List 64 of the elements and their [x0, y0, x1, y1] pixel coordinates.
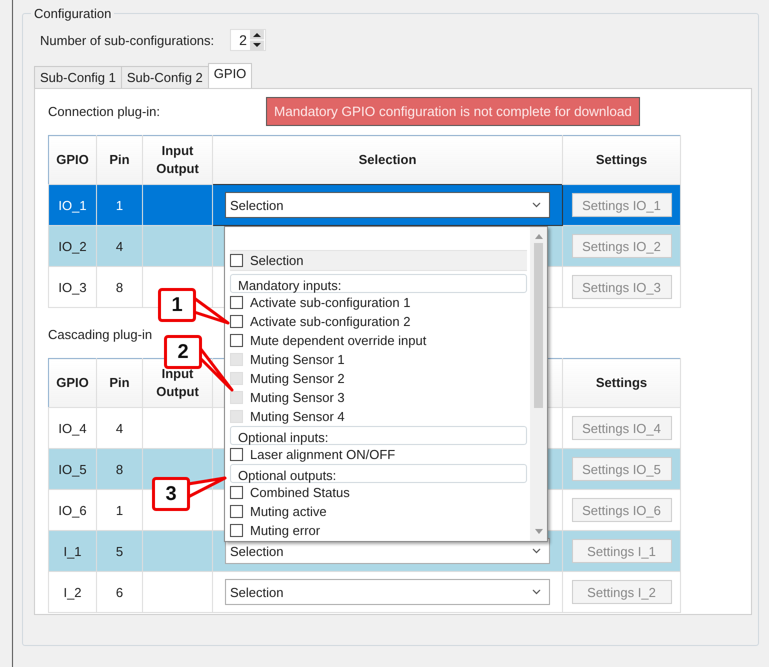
checkbox[interactable] — [230, 254, 243, 267]
tab[interactable]: Sub-Config 1 — [34, 66, 122, 88]
sub-configurations-label: Number of sub-configurations: — [40, 32, 214, 48]
spin-arrows-icon[interactable] — [250, 30, 264, 50]
option-label: Muting active — [250, 504, 327, 519]
group-label: Optional inputs: — [230, 426, 527, 445]
selection-combobox[interactable]: Selection — [225, 192, 550, 218]
table-cell: IO_3 — [48, 266, 96, 308]
table-cell: 5 — [96, 530, 142, 572]
column-header: Selection — [212, 136, 562, 184]
option-label: Muting Sensor 2 — [250, 371, 345, 386]
tab[interactable]: GPIO — [208, 63, 252, 88]
table-cell: 8 — [96, 266, 142, 308]
option-label: Muting Sensor 3 — [250, 390, 345, 405]
sub-configurations-spinner[interactable]: 2 — [230, 29, 266, 51]
section-label: Connection plug-in: — [48, 104, 162, 118]
option-label: Combined Status — [250, 485, 350, 500]
column-header: Settings — [562, 358, 680, 408]
option-label: Activate sub-configuration 1 — [250, 295, 410, 310]
checkbox[interactable] — [230, 334, 243, 347]
option-label: Mute dependent override input — [250, 333, 426, 348]
column-header: GPIO — [48, 136, 96, 184]
dropdown-header[interactable]: Selection — [230, 250, 527, 271]
table-cell: 6 — [96, 572, 142, 612]
chevron-down-icon — [532, 589, 541, 595]
checkbox[interactable] — [230, 524, 243, 537]
checkbox[interactable] — [230, 448, 243, 461]
warning-banner: Mandatory GPIO configuration is not complete for download — [266, 96, 640, 126]
scrollbar[interactable] — [530, 227, 547, 541]
checkbox[interactable] — [230, 315, 243, 328]
checkbox[interactable] — [230, 296, 243, 309]
option-label: Muting Sensor 1 — [250, 352, 345, 367]
column-header: Input Output — [142, 136, 212, 184]
option-label: Activate sub-configuration 2 — [250, 314, 410, 329]
option-label: Selection — [250, 253, 304, 268]
column-header: Pin — [96, 136, 142, 184]
section-label: Cascading plug-in — [48, 326, 152, 342]
option-label: Laser alignment ON/OFF — [250, 447, 396, 462]
group-label: Mandatory inputs: — [230, 274, 527, 293]
checkbox[interactable] — [230, 505, 243, 518]
scrollbar-thumb[interactable] — [534, 243, 543, 408]
callout-label: 2 — [164, 335, 202, 369]
table-cell: I_1 — [48, 530, 96, 572]
table-cell: 4 — [96, 226, 142, 266]
selection-combobox[interactable]: Selection — [225, 579, 550, 605]
column-header: GPIO — [48, 358, 96, 408]
table-cell: IO_5 — [48, 448, 96, 490]
checkbox[interactable] — [230, 486, 243, 499]
callout-label: 1 — [158, 288, 196, 322]
tab[interactable]: Sub-Config 2 — [120, 66, 209, 88]
group-title: Configuration — [33, 6, 112, 21]
table-cell: IO_1 — [48, 184, 96, 226]
column-header: Settings — [562, 136, 680, 184]
group-label: Optional outputs: — [230, 464, 527, 483]
chevron-down-icon — [532, 548, 541, 554]
table-cell: 1 — [96, 184, 142, 226]
column-header: Pin — [96, 358, 142, 408]
table-cell: I_2 — [48, 572, 96, 612]
callout-label: 3 — [152, 477, 190, 511]
table-cell: 8 — [96, 448, 142, 490]
table-cell: IO_2 — [48, 226, 96, 266]
table-cell: IO_4 — [48, 408, 96, 448]
chevron-down-icon — [532, 202, 541, 208]
option-label: Muting Sensor 4 — [250, 409, 345, 424]
